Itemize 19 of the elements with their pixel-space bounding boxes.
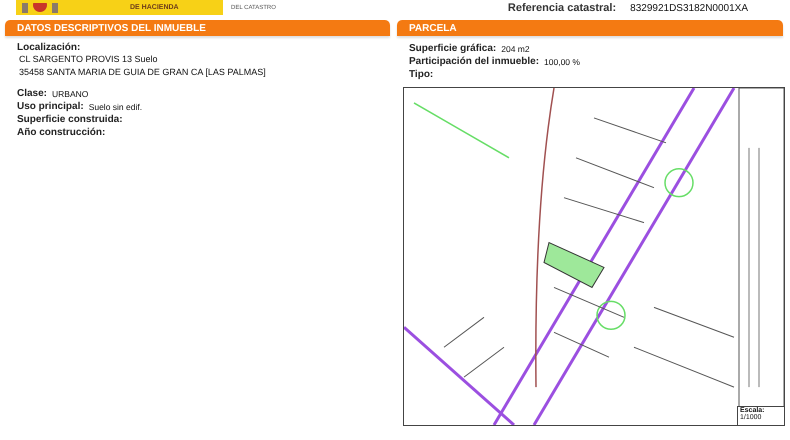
- section-header: DATOS DESCRIPTIVOS DEL INMUEBLE: [5, 20, 390, 36]
- field-label: Clase:: [17, 88, 48, 99]
- field-label: Participación del inmueble:: [409, 56, 540, 67]
- field-value: 100,00 %: [544, 56, 580, 66]
- reference-value: 8329921DS3182N0001XA: [630, 2, 748, 14]
- field-label: Superficie construida:: [17, 114, 123, 125]
- field-label: Año construcción:: [17, 127, 106, 138]
- field-label: Localización:: [17, 42, 82, 53]
- address-line: CL SARGENTO PROVIS 13 Suelo: [19, 53, 159, 66]
- section-header: PARCELA: [397, 20, 783, 36]
- field-label: Tipo:: [409, 69, 434, 80]
- reference-label: Referencia catastral:: [508, 2, 616, 14]
- emblem-icon: [20, 2, 60, 12]
- field-label: Uso principal:: [17, 101, 84, 112]
- field-value: Suelo sin edif.: [88, 102, 142, 112]
- field-value: 204 m2: [501, 44, 530, 54]
- field-value: URBANO: [52, 88, 88, 98]
- address-line: 35458 SANTA MARIA DE GUIA DE GRAN CA [LAS PALMAS]: [19, 66, 267, 79]
- field-label: Superficie gráfica:: [409, 43, 496, 54]
